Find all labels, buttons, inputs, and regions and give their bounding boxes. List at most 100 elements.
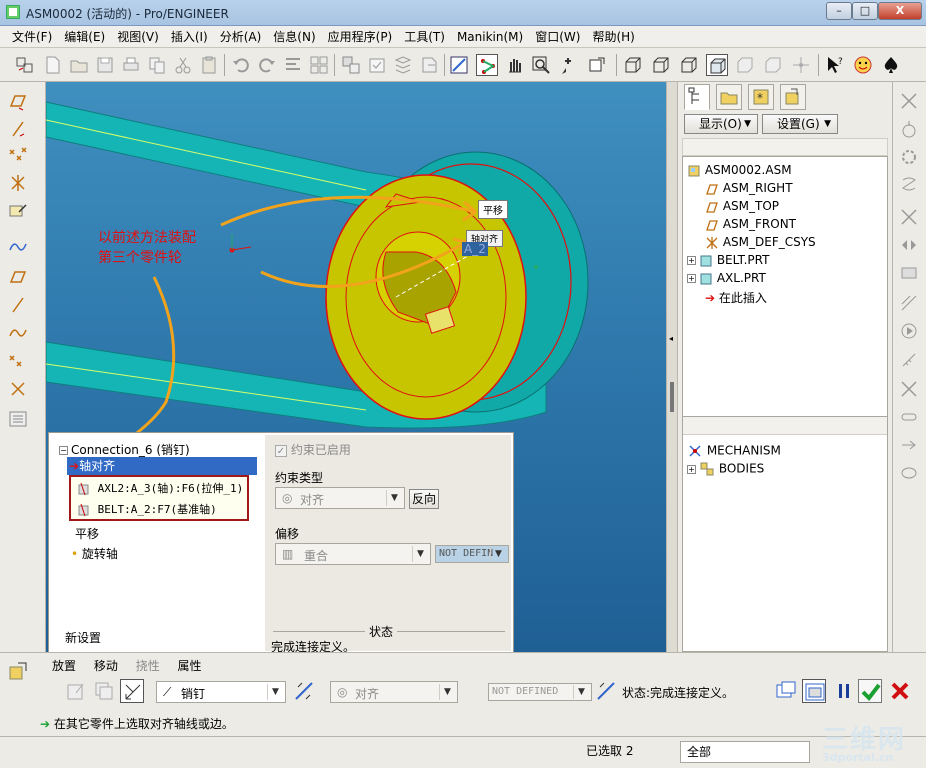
cancel-x-icon[interactable] [888, 679, 912, 703]
mechanism-connection-icon[interactable] [120, 679, 144, 703]
tree-node-mechanism[interactable]: MECHANISM [687, 443, 781, 459]
connection-node[interactable]: − Connection_6 (销钉) [59, 441, 190, 458]
tree-node-bodies[interactable]: + BODIES [687, 461, 764, 477]
save-icon[interactable] [94, 54, 116, 76]
tab-flexibility[interactable]: 挠性 [136, 659, 160, 673]
accept-checkmark-icon[interactable] [858, 679, 882, 703]
open-folder-icon[interactable] [68, 54, 90, 76]
tab-favorites[interactable]: * [748, 84, 774, 110]
menu-view[interactable]: 视图(V) [111, 28, 165, 45]
context-help-icon[interactable]: ? [824, 54, 846, 76]
playback-icon[interactable] [898, 320, 920, 342]
menu-info[interactable]: 信息(N) [267, 28, 321, 45]
datum-axis-icon[interactable] [7, 118, 29, 140]
gear-icon[interactable] [898, 146, 920, 168]
belt-icon[interactable] [898, 462, 920, 484]
tree-node-asm0002[interactable]: ASM0002.ASM [687, 163, 792, 178]
menu-edit[interactable]: 编辑(E) [58, 28, 111, 45]
regen-manager-icon[interactable] [282, 54, 304, 76]
axis-tool-icon[interactable] [7, 294, 29, 316]
flip-button[interactable]: 反向 [409, 489, 439, 509]
tree-node-axl[interactable]: + AXL.PRT [687, 271, 766, 286]
separate-window-icon[interactable] [774, 679, 798, 703]
layer-icon[interactable] [392, 54, 414, 76]
menu-help[interactable]: 帮助(H) [586, 28, 640, 45]
slot-icon[interactable] [898, 406, 920, 428]
tree-node-asm-top[interactable]: ASM_TOP [705, 199, 779, 214]
offset-type-select[interactable]: ▥ 重合 ▼ [275, 543, 431, 565]
pause-icon[interactable] [832, 679, 856, 703]
menu-insert[interactable]: 插入(I) [165, 28, 214, 45]
menu-file[interactable]: 文件(F) [6, 28, 58, 45]
datum-plane-icon[interactable] [7, 90, 29, 112]
tree-node-asm-front[interactable]: ASM_FRONT [705, 217, 796, 232]
new-file-icon[interactable] [42, 54, 64, 76]
tab-properties[interactable]: 属性 [178, 659, 202, 673]
orient-mode-icon[interactable] [504, 54, 526, 76]
collapse-toggle-icon[interactable]: − [59, 446, 68, 455]
mechanism-tool-icon[interactable] [898, 90, 920, 112]
spade-icon[interactable] [880, 54, 902, 76]
plane-tool-icon[interactable] [7, 266, 29, 288]
undo-icon[interactable] [230, 54, 252, 76]
measure-icon[interactable] [898, 348, 920, 370]
tree-node-asm-def-csys[interactable]: ASM_DEF_CSYS [705, 235, 816, 250]
chevron-left-icon[interactable]: ◂ [669, 334, 673, 343]
regenerate-icon[interactable] [14, 54, 36, 76]
constraint-align-select[interactable]: ◎ 对齐 ▼ [330, 681, 458, 703]
print-icon[interactable] [120, 54, 142, 76]
coordinate-system-icon[interactable] [7, 172, 29, 194]
reference-axl2[interactable]: AXL2:A_3(轴):F6(拉伸_1) [77, 480, 243, 496]
connect-icon[interactable] [898, 206, 920, 228]
wireframe-icon[interactable] [622, 54, 644, 76]
dashboard-flip-icon[interactable] [594, 679, 618, 703]
pane-splitter[interactable]: ◂ [666, 82, 678, 652]
user-defined-icon[interactable] [64, 679, 88, 703]
datum-curve-icon[interactable] [7, 236, 29, 258]
analysis-run-icon[interactable] [898, 292, 920, 314]
analysis-icon[interactable] [7, 408, 29, 430]
tab-connections[interactable] [780, 84, 806, 110]
no-hidden-icon[interactable] [678, 54, 700, 76]
tree-node-asm-right[interactable]: ASM_RIGHT [705, 181, 793, 196]
datum-plane-toggle-icon[interactable] [734, 54, 756, 76]
zoom-out-icon[interactable] [586, 54, 608, 76]
zoom-in-icon[interactable] [558, 54, 580, 76]
close-button[interactable]: X [878, 2, 922, 20]
menu-tools[interactable]: 工具(T) [398, 28, 451, 45]
connection-type-select[interactable]: ⟋ 销钉 ▼ [156, 681, 286, 703]
spring-icon[interactable] [898, 174, 920, 196]
view-manager-icon[interactable] [418, 54, 440, 76]
axis-align-item[interactable]: ➔轴对齐 [67, 457, 257, 475]
reference-belt[interactable]: BELT:A_2:F7(基准轴) [77, 501, 217, 517]
rotate-axis-item[interactable]: • 旋转轴 [71, 545, 118, 562]
hidden-line-icon[interactable] [650, 54, 672, 76]
expand-toggle-icon[interactable]: + [687, 256, 696, 265]
drag-icon[interactable] [898, 234, 920, 256]
predefined-icon[interactable] [92, 679, 116, 703]
assembly-window-icon[interactable] [802, 679, 826, 703]
zoom-window-icon[interactable] [530, 54, 552, 76]
curve-tool-icon[interactable] [7, 322, 29, 344]
menu-analysis[interactable]: 分析(A) [214, 28, 268, 45]
repaint-icon[interactable] [448, 54, 470, 76]
display-dropdown[interactable]: 显示(O) ▼ [684, 114, 758, 134]
maximize-button[interactable]: □ [852, 2, 878, 20]
settings-dropdown[interactable]: 设置(G) ▼ [762, 114, 838, 134]
csys-tool-icon[interactable] [7, 378, 29, 400]
find-icon[interactable] [308, 54, 330, 76]
minimize-button[interactable]: – [826, 2, 852, 20]
expand-toggle-icon[interactable]: + [687, 464, 696, 474]
datum-axis-toggle-icon[interactable] [762, 54, 784, 76]
component-icon[interactable] [340, 54, 362, 76]
check-box-icon[interactable] [366, 54, 388, 76]
datum-point-toggle-icon[interactable] [790, 54, 812, 76]
redo-icon[interactable] [256, 54, 278, 76]
spin-center-icon[interactable] [476, 54, 498, 76]
sketch-icon[interactable] [7, 200, 29, 222]
force-icon[interactable] [898, 434, 920, 456]
servo-icon[interactable] [898, 118, 920, 140]
constraint-enabled-checkbox[interactable]: ✓ 约束已启用 [275, 441, 351, 458]
splitter-grip[interactable] [670, 382, 674, 412]
menu-manikin[interactable]: Manikin(M) [451, 30, 529, 44]
